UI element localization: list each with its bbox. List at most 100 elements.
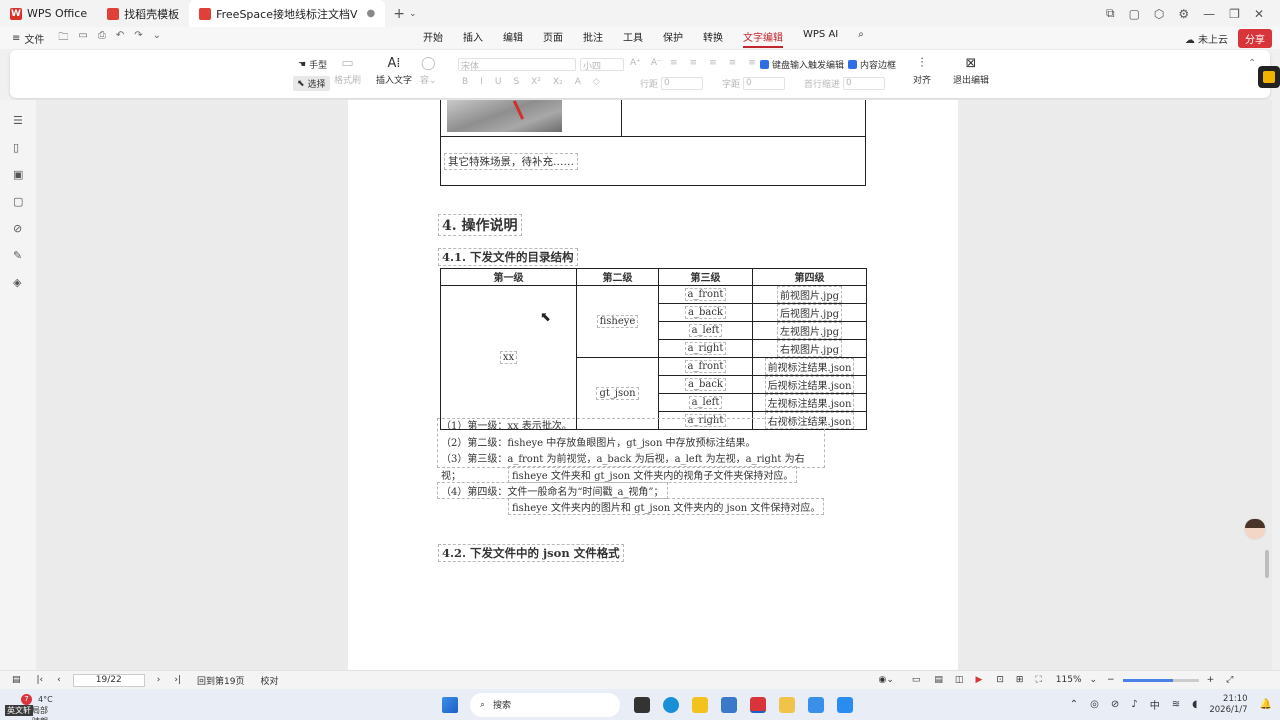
redo-icon[interactable]: ↷ [134, 30, 142, 47]
tab-text-edit[interactable]: 文字编辑 [743, 29, 784, 48]
font-size-select[interactable]: 小四 [580, 58, 624, 72]
undo-icon[interactable]: ↶ [116, 30, 124, 47]
page-number-input[interactable]: 19/22 [72, 673, 145, 687]
chevron-down-icon[interactable]: ⌄ [409, 9, 417, 19]
cloud-status[interactable]: ☁ 未上云 [1185, 31, 1228, 46]
share-button[interactable]: 分享 [1238, 28, 1272, 48]
taskbar-search[interactable]: ⌕ 搜索 [470, 692, 620, 717]
continuous-page-icon[interactable]: ▤ [934, 675, 943, 685]
skin-icon[interactable]: ▢ [1129, 7, 1140, 21]
assistant-avatar[interactable] [1244, 518, 1266, 540]
notes-icon[interactable] [779, 696, 795, 713]
feishu-icon[interactable] [808, 696, 824, 713]
ime-indicator[interactable]: 中 [1150, 697, 1160, 712]
expand-icon[interactable]: ⤢ [1226, 675, 1233, 685]
back-to-page-link[interactable]: 回到第19页 [197, 674, 244, 687]
align-right-icon[interactable]: ≡ [709, 58, 717, 68]
font-color-icon[interactable]: A [575, 77, 581, 87]
font-grow-icon[interactable]: A⁺ [630, 58, 641, 68]
insert-text-button[interactable]: A⁞ 插入文字 [376, 56, 412, 86]
font-shrink-icon[interactable]: A⁻ [651, 58, 662, 68]
fit-page-icon[interactable]: ⊞ [1016, 675, 1024, 685]
fit-width-icon[interactable]: ⊡ [996, 675, 1004, 685]
zoom-level[interactable]: 115% [1056, 675, 1082, 685]
next-page-icon[interactable]: › [157, 675, 161, 685]
wifi-icon[interactable]: ≋ [1172, 699, 1180, 710]
tab-document[interactable]: FreeSpace接地线标注文档V ● [189, 0, 386, 27]
hand-tool-button[interactable]: ☚ 手型 [298, 58, 327, 72]
tab-comment[interactable]: 批注 [583, 29, 603, 48]
eraser-icon[interactable]: ◇ [593, 77, 600, 87]
notification-icon[interactable]: 🔔 [1260, 699, 1272, 710]
fullscreen-icon[interactable]: ⛶ [1035, 675, 1041, 685]
thumbnail-icon[interactable]: ▣ [13, 169, 24, 180]
task-view-icon[interactable] [634, 696, 650, 713]
single-page-icon[interactable]: ▭ [912, 675, 921, 685]
more-icon[interactable]: ⌄ [153, 30, 161, 47]
bold-icon[interactable]: B [462, 77, 468, 87]
collapse-ribbon-icon[interactable]: ⌃ [1248, 58, 1256, 69]
volume-icon[interactable]: ◖ [1192, 699, 1197, 710]
tab-edit[interactable]: 编辑 [503, 29, 523, 48]
double-page-icon[interactable]: ◫ [955, 675, 964, 685]
comment-icon[interactable]: ▢ [13, 196, 24, 207]
attachment-icon[interactable]: ⊘ [13, 223, 24, 234]
tab-tools[interactable]: 工具 [623, 29, 643, 48]
play-icon[interactable]: ▶ [975, 675, 982, 685]
distribute-icon[interactable]: ≡ [748, 58, 756, 68]
select-tool-button[interactable]: ⬉ 选择 [293, 76, 330, 91]
indent-field[interactable]: 首行缩进 0 [804, 77, 886, 90]
stamp-button[interactable]: ◯ 容⌄ [420, 56, 437, 86]
print-icon[interactable]: ⎙ [98, 30, 106, 47]
layers-icon[interactable]: ◈ [13, 277, 24, 288]
tab-template[interactable]: 找稻壳模板 [97, 0, 189, 27]
subscript-icon[interactable]: X₂ [553, 77, 563, 87]
format-painter-button[interactable]: ▭ 格式刷 [334, 56, 361, 86]
store-icon[interactable] [721, 696, 737, 713]
zoom-dropdown-icon[interactable]: ⌄ [1090, 675, 1098, 685]
font-select[interactable]: 宋体 [458, 58, 576, 72]
minimize-icon[interactable]: — [1203, 7, 1215, 21]
superscript-icon[interactable]: X² [531, 77, 541, 87]
edge-icon[interactable] [663, 696, 679, 713]
window-mgr-icon[interactable]: ⧉ [1106, 6, 1115, 21]
zoom-out-icon[interactable]: − [1107, 675, 1115, 685]
tab-start[interactable]: 开始 [423, 29, 443, 48]
close-icon[interactable]: ✕ [1254, 7, 1264, 21]
char-spacing-field[interactable]: 字距 0 [722, 77, 786, 90]
weather-widget[interactable]: 7 4°C 局部晴朗 英文轩 [4, 691, 54, 720]
windows-start-icon[interactable] [442, 696, 458, 713]
align-center-icon[interactable]: ≡ [690, 58, 698, 68]
justify-icon[interactable]: ≡ [729, 58, 737, 68]
meeting-icon[interactable] [837, 696, 853, 713]
line-spacing-field[interactable]: 行距 0 [640, 77, 704, 90]
vertical-scrollbar[interactable] [1265, 550, 1269, 578]
side-widget-icon[interactable] [1258, 66, 1280, 88]
align-button[interactable]: ⫶ 对齐 [913, 56, 931, 86]
first-page-icon[interactable]: |‹ [37, 675, 44, 685]
tray-app-icon[interactable]: ◎ [1090, 699, 1099, 710]
tab-convert[interactable]: 转换 [703, 29, 723, 48]
bookmark-icon[interactable]: ▯ [13, 142, 24, 153]
signature-icon[interactable]: ✎ [13, 250, 24, 261]
explorer-icon[interactable] [692, 696, 708, 713]
file-menu[interactable]: ≡ 文件 [0, 31, 44, 46]
search-icon[interactable]: ⌕ [858, 29, 864, 48]
clock[interactable]: 21:10 2026/1/7 [1209, 694, 1247, 716]
prev-page-icon[interactable]: ‹ [57, 675, 61, 685]
open-icon[interactable]: 🗀 [58, 30, 68, 47]
zoom-in-icon[interactable]: + [1207, 675, 1215, 685]
tab-insert[interactable]: 插入 [463, 29, 483, 48]
align-left-icon[interactable]: ≡ [670, 58, 678, 68]
exit-edit-button[interactable]: ⊠ 退出编辑 [953, 56, 989, 86]
settings-icon[interactable]: ⚙ [1178, 7, 1189, 21]
tab-page[interactable]: 页面 [543, 29, 563, 48]
keyboard-input-checkbox[interactable]: 键盘输入触发编辑 [760, 58, 844, 71]
outline-icon[interactable]: ☰ [13, 115, 24, 126]
new-tab-icon[interactable]: + [393, 6, 405, 22]
italic-icon[interactable]: I [480, 77, 483, 87]
tab-protect[interactable]: 保护 [663, 29, 683, 48]
wps-icon[interactable] [750, 696, 766, 713]
cube-icon[interactable]: ⬡ [1154, 7, 1164, 21]
tray-expand-icon[interactable]: ⌃ [1070, 699, 1078, 710]
